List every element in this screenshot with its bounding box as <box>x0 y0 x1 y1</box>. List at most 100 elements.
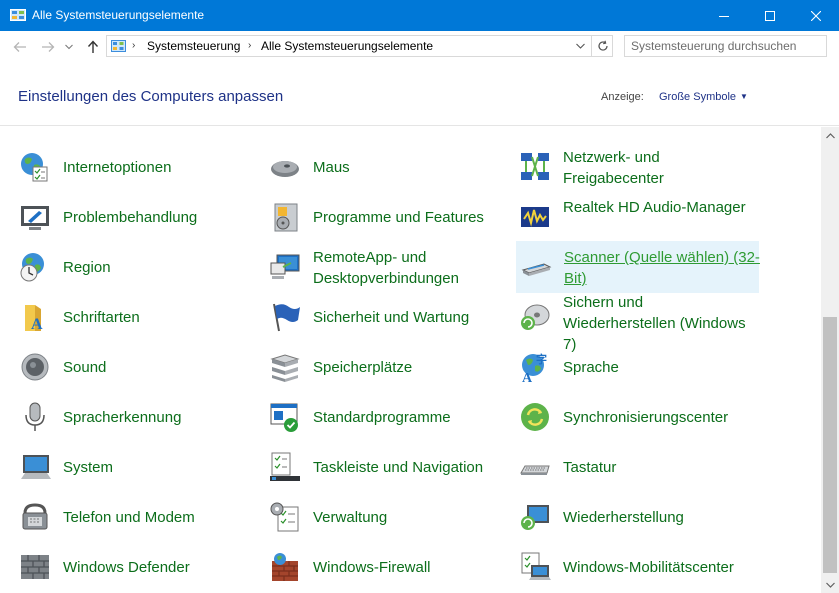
speaker-icon <box>21 353 49 381</box>
arrow-left-icon <box>13 42 26 52</box>
maximize-button[interactable] <box>747 0 793 31</box>
vertical-scrollbar[interactable] <box>821 127 839 593</box>
programs-icon <box>274 203 298 232</box>
item-sichern[interactable]: Sichern und Wiederherstellen (Windows 7) <box>516 294 759 353</box>
item-problembehandlung[interactable]: Problembehandlung <box>16 194 259 240</box>
item-mobilitaetscenter[interactable]: Windows-Mobilitätscenter <box>516 544 759 590</box>
item-maus[interactable]: Maus <box>266 144 509 190</box>
item-label[interactable]: Programme und Features <box>313 207 509 228</box>
dropdown-caret-icon[interactable]: ▼ <box>740 92 748 101</box>
item-label[interactable]: Schriftarten <box>63 307 259 328</box>
item-label[interactable]: Realtek HD Audio-Manager <box>563 197 759 218</box>
item-wiederherstellung[interactable]: Wiederherstellung <box>516 494 759 540</box>
region-icon <box>20 253 44 282</box>
forward-button[interactable] <box>39 38 57 56</box>
item-sprache[interactable]: A 字 Sprache <box>516 344 759 390</box>
search-input[interactable] <box>624 35 827 57</box>
item-tastatur[interactable]: Tastatur <box>516 444 759 490</box>
recovery-icon <box>521 505 549 530</box>
chevron-down-icon[interactable] <box>576 43 585 49</box>
keyboard-icon <box>520 465 550 475</box>
item-internetoptionen[interactable]: Internetoptionen <box>16 144 259 190</box>
item-firewall[interactable]: Windows-Firewall <box>266 544 509 590</box>
back-button[interactable] <box>11 38 29 56</box>
minimize-button[interactable] <box>701 0 747 31</box>
recent-locations-button[interactable] <box>63 38 75 56</box>
item-schriftarten[interactable]: A Schriftarten <box>16 294 259 340</box>
item-spracherkennung[interactable]: Spracherkennung <box>16 394 259 440</box>
item-label[interactable]: Spracherkennung <box>63 407 259 428</box>
control-panel-icon <box>10 9 26 21</box>
content-header: Einstellungen des Computers anpassen Anz… <box>0 63 839 126</box>
scroll-down-button[interactable] <box>821 576 839 593</box>
item-netzwerk[interactable]: Netzwerk- und Freigabecenter <box>516 144 759 190</box>
address-bar[interactable]: › Systemsteuerung › Alle Systemsteuerung… <box>106 35 613 57</box>
item-verwaltung[interactable]: Verwaltung <box>266 494 509 540</box>
internet-options-icon <box>21 153 48 182</box>
scanner-icon <box>521 263 552 276</box>
refresh-button[interactable] <box>591 35 613 57</box>
chevron-down-icon <box>825 582 835 588</box>
item-label[interactable]: System <box>63 457 259 478</box>
sync-icon <box>521 403 549 431</box>
up-button[interactable] <box>84 38 102 56</box>
fonts-icon: A <box>25 305 43 333</box>
item-label[interactable]: Telefon und Modem <box>63 507 259 528</box>
item-label[interactable]: Windows-Firewall <box>313 557 509 578</box>
item-label[interactable]: Standardprogramme <box>313 407 509 428</box>
item-scanner[interactable]: Scanner (Quelle wählen) (32-Bit) <box>516 241 760 293</box>
item-label[interactable]: Scanner (Quelle wählen) (32-Bit) <box>564 247 760 289</box>
item-speicherplaetze[interactable]: Speicherplätze <box>266 344 509 390</box>
svg-text:A: A <box>31 316 43 333</box>
item-taskleiste[interactable]: Taskleiste und Navigation <box>266 444 509 490</box>
item-label[interactable]: Synchronisierungscenter <box>563 407 759 428</box>
item-sound[interactable]: Sound <box>16 344 259 390</box>
item-label[interactable]: Taskleiste und Navigation <box>313 457 509 478</box>
item-label[interactable]: Sprache <box>563 357 759 378</box>
chevron-down-icon <box>65 44 73 50</box>
item-label[interactable]: RemoteApp- und Desktopverbindungen <box>313 247 509 289</box>
item-label[interactable]: Tastatur <box>563 457 759 478</box>
item-label[interactable]: Speicherplätze <box>313 357 509 378</box>
breadcrumb-all-items[interactable]: Alle Systemsteuerungselemente <box>261 39 433 53</box>
item-standardprogramme[interactable]: Standardprogramme <box>266 394 509 440</box>
backup-icon <box>521 304 550 330</box>
breadcrumb-separator[interactable]: › <box>248 40 251 51</box>
close-icon <box>811 10 821 21</box>
item-label[interactable]: Region <box>63 257 259 278</box>
item-label[interactable]: Windows Defender <box>63 557 259 578</box>
item-programme[interactable]: Programme und Features <box>266 194 509 240</box>
item-label[interactable]: Problembehandlung <box>63 207 259 228</box>
item-telefon[interactable]: Telefon und Modem <box>16 494 259 540</box>
item-label[interactable]: Maus <box>313 157 509 178</box>
scroll-up-button[interactable] <box>821 127 839 144</box>
troubleshoot-icon <box>21 206 49 230</box>
item-realtek[interactable]: Realtek HD Audio-Manager <box>516 194 759 240</box>
item-label[interactable]: Internetoptionen <box>63 157 259 178</box>
item-synchronisierung[interactable]: Synchronisierungscenter <box>516 394 759 440</box>
item-label[interactable]: Netzwerk- und Freigabecenter <box>563 147 759 189</box>
language-icon: A 字 <box>522 352 547 383</box>
breadcrumb-separator[interactable]: › <box>132 40 135 51</box>
network-icon <box>521 153 549 180</box>
view-dropdown-value[interactable]: Große Symbole <box>659 91 736 103</box>
item-region[interactable]: Region <box>16 244 259 290</box>
item-label[interactable]: Windows-Mobilitätscenter <box>563 557 759 578</box>
realtek-icon <box>521 207 549 227</box>
scroll-thumb[interactable] <box>823 317 837 573</box>
close-button[interactable] <box>793 0 839 31</box>
item-system[interactable]: System <box>16 444 259 490</box>
item-label[interactable]: Sound <box>63 357 259 378</box>
item-label[interactable]: Wiederherstellung <box>563 507 759 528</box>
breadcrumb-systemsteuerung[interactable]: Systemsteuerung <box>147 39 240 53</box>
maximize-icon <box>765 10 775 21</box>
item-label[interactable]: Verwaltung <box>313 507 509 528</box>
svg-text:字: 字 <box>536 352 547 366</box>
view-dropdown[interactable]: Große Symbole ▼ <box>659 91 748 103</box>
taskbar-icon <box>270 452 300 481</box>
phone-icon <box>22 503 48 530</box>
item-remoteapp[interactable]: RemoteApp- und Desktopverbindungen <box>266 244 509 290</box>
item-label[interactable]: Sicherheit und Wartung <box>313 307 509 328</box>
item-sicherheit[interactable]: Sicherheit und Wartung <box>266 294 509 340</box>
item-defender[interactable]: Windows Defender <box>16 544 259 590</box>
